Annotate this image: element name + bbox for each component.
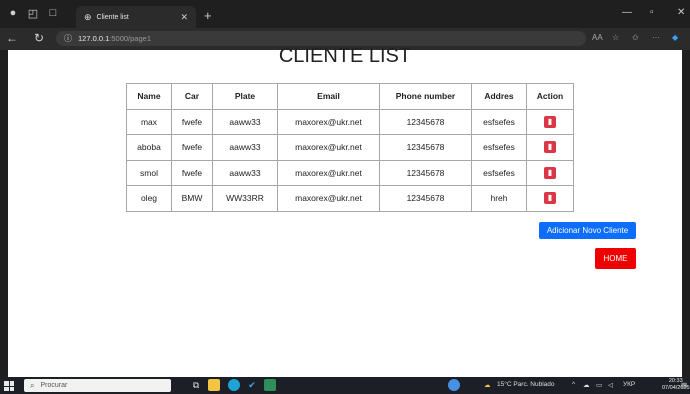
cell-car: fwefe xyxy=(171,134,213,161)
col-address-header: Addres xyxy=(471,83,527,110)
col-email-header: Email xyxy=(277,83,380,110)
url-path: :5000/page1 xyxy=(109,34,151,43)
more-options-icon[interactable]: ··· xyxy=(652,33,660,42)
profile-icon[interactable]: ● xyxy=(4,7,22,19)
delete-trash-icon[interactable]: ▮ xyxy=(544,141,556,154)
col-action-header: Action xyxy=(526,83,574,110)
col-car-header: Car xyxy=(171,83,213,110)
file-explorer-icon[interactable] xyxy=(208,379,220,391)
new-tab-icon[interactable]: + xyxy=(204,8,212,23)
notifications-icon[interactable]: ▤ xyxy=(681,381,687,389)
browser-titlebar: ● ◰ □ ⊕ Cliente list ✕ + — ▫ ✕ xyxy=(0,0,690,28)
cell-address: esfsefes xyxy=(471,108,527,135)
url-bar[interactable]: ⓘ 127.0.0.1 :5000/page1 xyxy=(56,31,586,46)
chrome-icon[interactable] xyxy=(448,379,460,391)
cell-plate: aaww33 xyxy=(212,159,278,186)
cell-phone: 12345678 xyxy=(379,134,472,161)
cell-address: esfsefes xyxy=(471,134,527,161)
col-name-header: Name xyxy=(126,83,172,110)
cell-car: BMW xyxy=(171,185,213,212)
cell-phone: 12345678 xyxy=(379,108,472,135)
tab-cliente-list[interactable]: ⊕ Cliente list ✕ xyxy=(76,6,196,28)
cell-email: maxorex@ukr.net xyxy=(277,159,380,186)
cell-name: max xyxy=(126,108,172,135)
cell-address: hreh xyxy=(471,185,527,212)
windows-start-icon[interactable] xyxy=(4,381,14,391)
cell-action: ▮ xyxy=(526,185,574,212)
favorites-icon[interactable]: ✩ xyxy=(632,33,639,42)
search-placeholder: Procurar xyxy=(40,382,68,389)
table-header-row: Name Car Plate Email Phone number Addres… xyxy=(126,83,574,110)
volume-icon[interactable]: ◁ xyxy=(608,381,613,389)
back-icon[interactable]: ← xyxy=(6,31,18,45)
cell-plate: aaww33 xyxy=(212,134,278,161)
taskbar-search-input[interactable]: ⌕ Procurar xyxy=(24,379,171,392)
tray-overflow-icon[interactable]: ^ xyxy=(572,381,575,388)
vscode-icon[interactable]: ✔ xyxy=(246,379,258,391)
cell-email: maxorex@ukr.net xyxy=(277,108,380,135)
cell-car: fwefe xyxy=(171,108,213,135)
minimize-icon[interactable]: — xyxy=(622,7,632,18)
cell-address: esfsefes xyxy=(471,159,527,186)
copilot-icon[interactable]: ◆ xyxy=(672,33,678,42)
cell-name: smol xyxy=(126,159,172,186)
cell-action: ▮ xyxy=(526,134,574,161)
close-window-icon[interactable]: ✕ xyxy=(677,7,685,18)
tab-actions-icon[interactable]: □ xyxy=(44,7,62,19)
clients-table: Name Car Plate Email Phone number Addres… xyxy=(126,83,574,212)
windows-taskbar: ⌕ Procurar ⧉ ✔ ☁ 15°C Parc. Nublado ^ ☁ … xyxy=(0,377,690,394)
cell-plate: WW33RR xyxy=(212,185,278,212)
weather-icon[interactable]: ☁ xyxy=(484,381,491,389)
url-host: 127.0.0.1 xyxy=(78,34,110,43)
site-info-icon[interactable]: ⓘ xyxy=(64,33,72,44)
cell-phone: 12345678 xyxy=(379,159,472,186)
cloud-icon[interactable]: ☁ xyxy=(583,381,590,389)
page-content: CLIENTE LIST Name Car Plate Email Phone … xyxy=(8,45,682,377)
globe-icon: ⊕ xyxy=(84,11,92,22)
language-indicator[interactable]: УКР xyxy=(623,381,635,388)
add-client-button[interactable]: Adicionar Novo Cliente xyxy=(539,222,636,239)
search-icon: ⌕ xyxy=(30,380,35,390)
page-title: CLIENTE LIST xyxy=(278,45,412,67)
cell-email: maxorex@ukr.net xyxy=(277,185,380,212)
table-row: max fwefe aaww33 maxorex@ukr.net 1234567… xyxy=(126,108,574,135)
table-row: aboba fwefe aaww33 maxorex@ukr.net 12345… xyxy=(126,134,574,161)
col-phone-header: Phone number xyxy=(379,83,472,110)
close-tab-icon[interactable]: ✕ xyxy=(180,12,188,23)
cell-email: maxorex@ukr.net xyxy=(277,134,380,161)
edge-browser-icon[interactable] xyxy=(228,379,240,391)
cell-car: fwefe xyxy=(171,159,213,186)
delete-trash-icon[interactable]: ▮ xyxy=(544,166,556,179)
delete-trash-icon[interactable]: ▮ xyxy=(544,192,556,205)
delete-trash-icon[interactable]: ▮ xyxy=(544,115,556,128)
cell-action: ▮ xyxy=(526,108,574,135)
cell-plate: aaww33 xyxy=(212,108,278,135)
col-plate-header: Plate xyxy=(212,83,278,110)
home-button[interactable]: HOME xyxy=(595,248,636,269)
favorite-star-icon[interactable]: ☆ xyxy=(612,33,619,42)
cell-phone: 12345678 xyxy=(379,185,472,212)
read-aloud-icon[interactable]: AА xyxy=(592,33,603,42)
table-row: smol fwefe aaww33 maxorex@ukr.net 123456… xyxy=(126,159,574,186)
weather-text: 15°C Parc. Nublado xyxy=(497,381,555,388)
workspaces-icon[interactable]: ◰ xyxy=(24,7,42,20)
tab-title: Cliente list xyxy=(96,13,129,21)
task-view-icon[interactable]: ⧉ xyxy=(190,379,202,391)
terminal-icon[interactable] xyxy=(264,379,276,391)
cell-name: oleg xyxy=(126,185,172,212)
battery-icon[interactable]: ▭ xyxy=(596,381,602,389)
maximize-icon[interactable]: ▫ xyxy=(650,7,654,18)
cell-action: ▮ xyxy=(526,159,574,186)
refresh-icon[interactable]: ↻ xyxy=(34,31,44,45)
cell-name: aboba xyxy=(126,134,172,161)
table-row: oleg BMW WW33RR maxorex@ukr.net 12345678… xyxy=(126,185,574,212)
